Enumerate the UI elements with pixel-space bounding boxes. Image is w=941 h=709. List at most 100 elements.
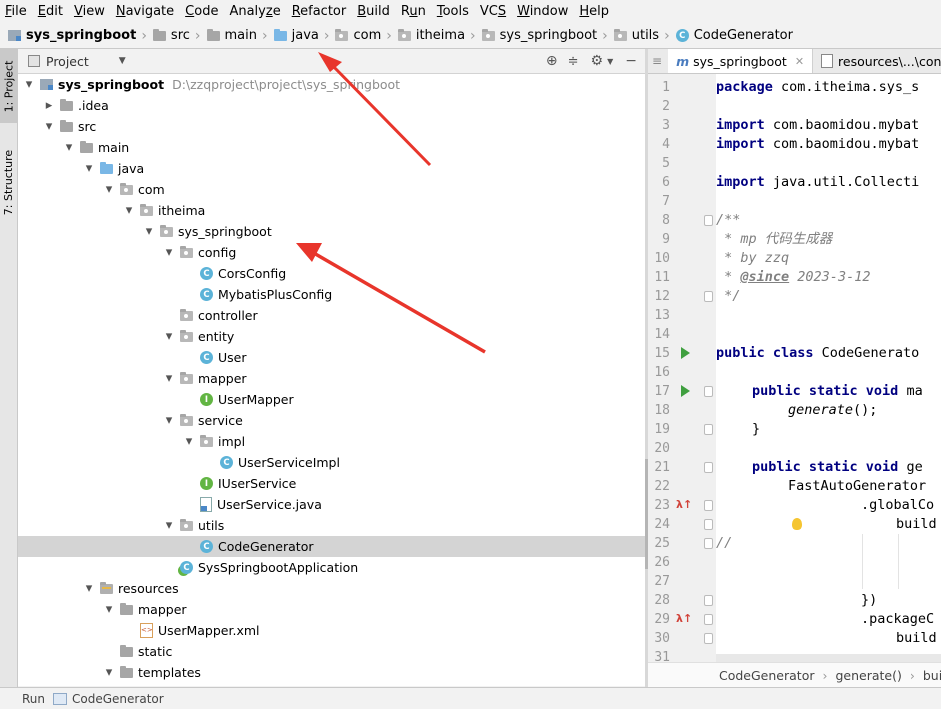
editor-breadcrumb-item[interactable]: CodeGenerator xyxy=(719,668,814,683)
run-gutter-icon[interactable] xyxy=(681,347,690,359)
editor-breadcrumb-item[interactable]: bui xyxy=(923,668,941,683)
tree-row[interactable]: C User xyxy=(18,347,645,368)
menu-run[interactable]: Run xyxy=(396,0,432,23)
tree-row[interactable]: C CodeGenerator xyxy=(18,536,645,557)
tree-row[interactable]: ▾ java xyxy=(18,158,645,179)
menu-build[interactable]: Build xyxy=(352,0,396,23)
gear-icon[interactable]: ⚙ xyxy=(591,53,604,69)
tree-row[interactable]: C CorsConfig xyxy=(18,263,645,284)
tree-row[interactable]: ▾ mapper xyxy=(18,599,645,620)
menu-view[interactable]: View xyxy=(69,0,111,23)
fold-marker-icon[interactable] xyxy=(704,291,713,302)
fold-marker-icon[interactable] xyxy=(704,462,713,473)
code-editor[interactable]: package com.itheima.sys_s import com.bao… xyxy=(716,74,941,662)
fold-marker-icon[interactable] xyxy=(704,614,713,625)
breadcrumb-item[interactable]: src xyxy=(151,28,192,43)
collapse-all-icon[interactable]: ≑ xyxy=(568,54,579,69)
tree-row[interactable]: C UserServiceImpl xyxy=(18,452,645,473)
chevron-down-icon[interactable]: ▾ xyxy=(182,434,196,449)
chevron-down-icon[interactable]: ▾ xyxy=(102,602,116,617)
chevron-down-icon[interactable]: ▾ xyxy=(162,518,176,533)
tree-row[interactable]: ▾ config xyxy=(18,242,645,263)
menu-help[interactable]: Help xyxy=(574,0,615,23)
breadcrumb-item[interactable]: sys_springboot xyxy=(6,28,138,43)
chevron-down-icon[interactable]: ▾ xyxy=(162,329,176,344)
menu-file[interactable]: File xyxy=(0,0,33,23)
chevron-down-icon[interactable]: ▾ xyxy=(102,182,116,197)
run-gutter-icon[interactable] xyxy=(681,385,690,397)
tree-row[interactable]: C SysSpringbootApplication xyxy=(18,557,645,578)
menu-tools[interactable]: Tools xyxy=(432,0,475,23)
menu-vcs[interactable]: VCS xyxy=(475,0,512,23)
tree-row[interactable]: controller xyxy=(18,305,645,326)
chevron-down-icon[interactable]: ▾ xyxy=(102,665,116,680)
menu-analyze[interactable]: Analyze xyxy=(224,0,286,23)
lightbulb-icon[interactable] xyxy=(792,518,802,530)
fold-marker-icon[interactable] xyxy=(704,215,713,226)
locate-icon[interactable]: ⊕ xyxy=(546,53,558,69)
chevron-down-icon[interactable]: ▾ xyxy=(142,224,156,239)
breadcrumb-item[interactable]: itheima xyxy=(396,28,467,43)
tab-scroll-left-icon[interactable]: ≡ xyxy=(648,54,668,68)
tree-row[interactable]: ▾ mapper xyxy=(18,368,645,389)
breadcrumb-item[interactable]: C CodeGenerator xyxy=(674,28,795,43)
tool-tab-project[interactable]: 1: Project xyxy=(0,49,17,123)
editor-tab-resources[interactable]: resources\...\contr xyxy=(813,49,941,73)
chevron-right-icon[interactable]: ▸ xyxy=(42,98,56,113)
tree-row[interactable]: ▾ com xyxy=(18,179,645,200)
tool-tab-structure[interactable]: 7: Structure xyxy=(0,141,17,223)
tree-row[interactable]: ▾ resources xyxy=(18,578,645,599)
project-view-selector[interactable]: Project ▼ xyxy=(46,54,126,69)
menu-navigate[interactable]: Navigate xyxy=(111,0,180,23)
tree-row[interactable]: ▾ sys_springboot xyxy=(18,221,645,242)
tree-row[interactable]: C MybatisPlusConfig xyxy=(18,284,645,305)
tree-row[interactable]: <> UserMapper.xml xyxy=(18,620,645,641)
fold-marker-icon[interactable] xyxy=(704,386,713,397)
chevron-down-icon[interactable]: ▾ xyxy=(162,413,176,428)
breadcrumb-item[interactable]: utils xyxy=(612,28,661,43)
fold-marker-icon[interactable] xyxy=(704,538,713,549)
chevron-down-icon[interactable]: ▾ xyxy=(42,119,56,134)
chevron-down-icon[interactable]: ▾ xyxy=(122,203,136,218)
run-tool-tab[interactable]: Run CodeGenerator xyxy=(22,692,164,706)
tree-row[interactable]: ▾ itheima xyxy=(18,200,645,221)
chevron-down-icon[interactable]: ▾ xyxy=(22,77,36,92)
breadcrumb-item[interactable]: main xyxy=(205,28,259,43)
tree-row[interactable]: ▾ templates xyxy=(18,662,645,683)
menu-refactor[interactable]: Refactor xyxy=(287,0,353,23)
tree-row[interactable]: static xyxy=(18,641,645,662)
tree-row[interactable]: I UserMapper xyxy=(18,389,645,410)
editor-hscrollbar[interactable] xyxy=(716,654,941,662)
tree-row[interactable]: ▾ src xyxy=(18,116,645,137)
chevron-down-icon[interactable]: ▼ xyxy=(607,57,613,66)
tree-row[interactable]: UserService.java xyxy=(18,494,645,515)
tree-row[interactable]: ▾ main xyxy=(18,137,645,158)
tree-row[interactable]: ▾ entity xyxy=(18,326,645,347)
lambda-gutter-icon[interactable]: λ↑ xyxy=(676,498,692,511)
menu-window[interactable]: Window xyxy=(512,0,574,23)
fold-marker-icon[interactable] xyxy=(704,424,713,435)
breadcrumb-item[interactable]: sys_springboot xyxy=(480,28,599,43)
tree-row[interactable]: ▾ impl xyxy=(18,431,645,452)
close-icon[interactable]: ✕ xyxy=(795,55,804,68)
breadcrumb-item[interactable]: java xyxy=(272,28,321,43)
chevron-down-icon[interactable]: ▾ xyxy=(82,161,96,176)
tree-row[interactable]: ▾ utils xyxy=(18,515,645,536)
fold-marker-icon[interactable] xyxy=(704,633,713,644)
chevron-down-icon[interactable]: ▾ xyxy=(162,245,176,260)
menu-code[interactable]: Code xyxy=(180,0,224,23)
chevron-down-icon[interactable]: ▾ xyxy=(62,140,76,155)
tree-row[interactable]: ▸ .idea xyxy=(18,95,645,116)
chevron-down-icon[interactable]: ▾ xyxy=(162,371,176,386)
editor-breadcrumb-item[interactable]: generate() xyxy=(835,668,901,683)
tree-row[interactable]: I IUserService xyxy=(18,473,645,494)
fold-marker-icon[interactable] xyxy=(704,500,713,511)
fold-marker-icon[interactable] xyxy=(704,519,713,530)
tree-row[interactable]: ▾ sys_springboot D:\zzqproject\project\sys… xyxy=(18,74,645,95)
editor-tab-sys-springboot[interactable]: m sys_springboot ✕ xyxy=(668,49,814,73)
tree-row[interactable]: ▾ service xyxy=(18,410,645,431)
lambda-gutter-icon[interactable]: λ↑ xyxy=(676,612,692,625)
fold-marker-icon[interactable] xyxy=(704,595,713,606)
hide-panel-icon[interactable]: − xyxy=(625,53,637,69)
chevron-down-icon[interactable]: ▾ xyxy=(82,581,96,596)
